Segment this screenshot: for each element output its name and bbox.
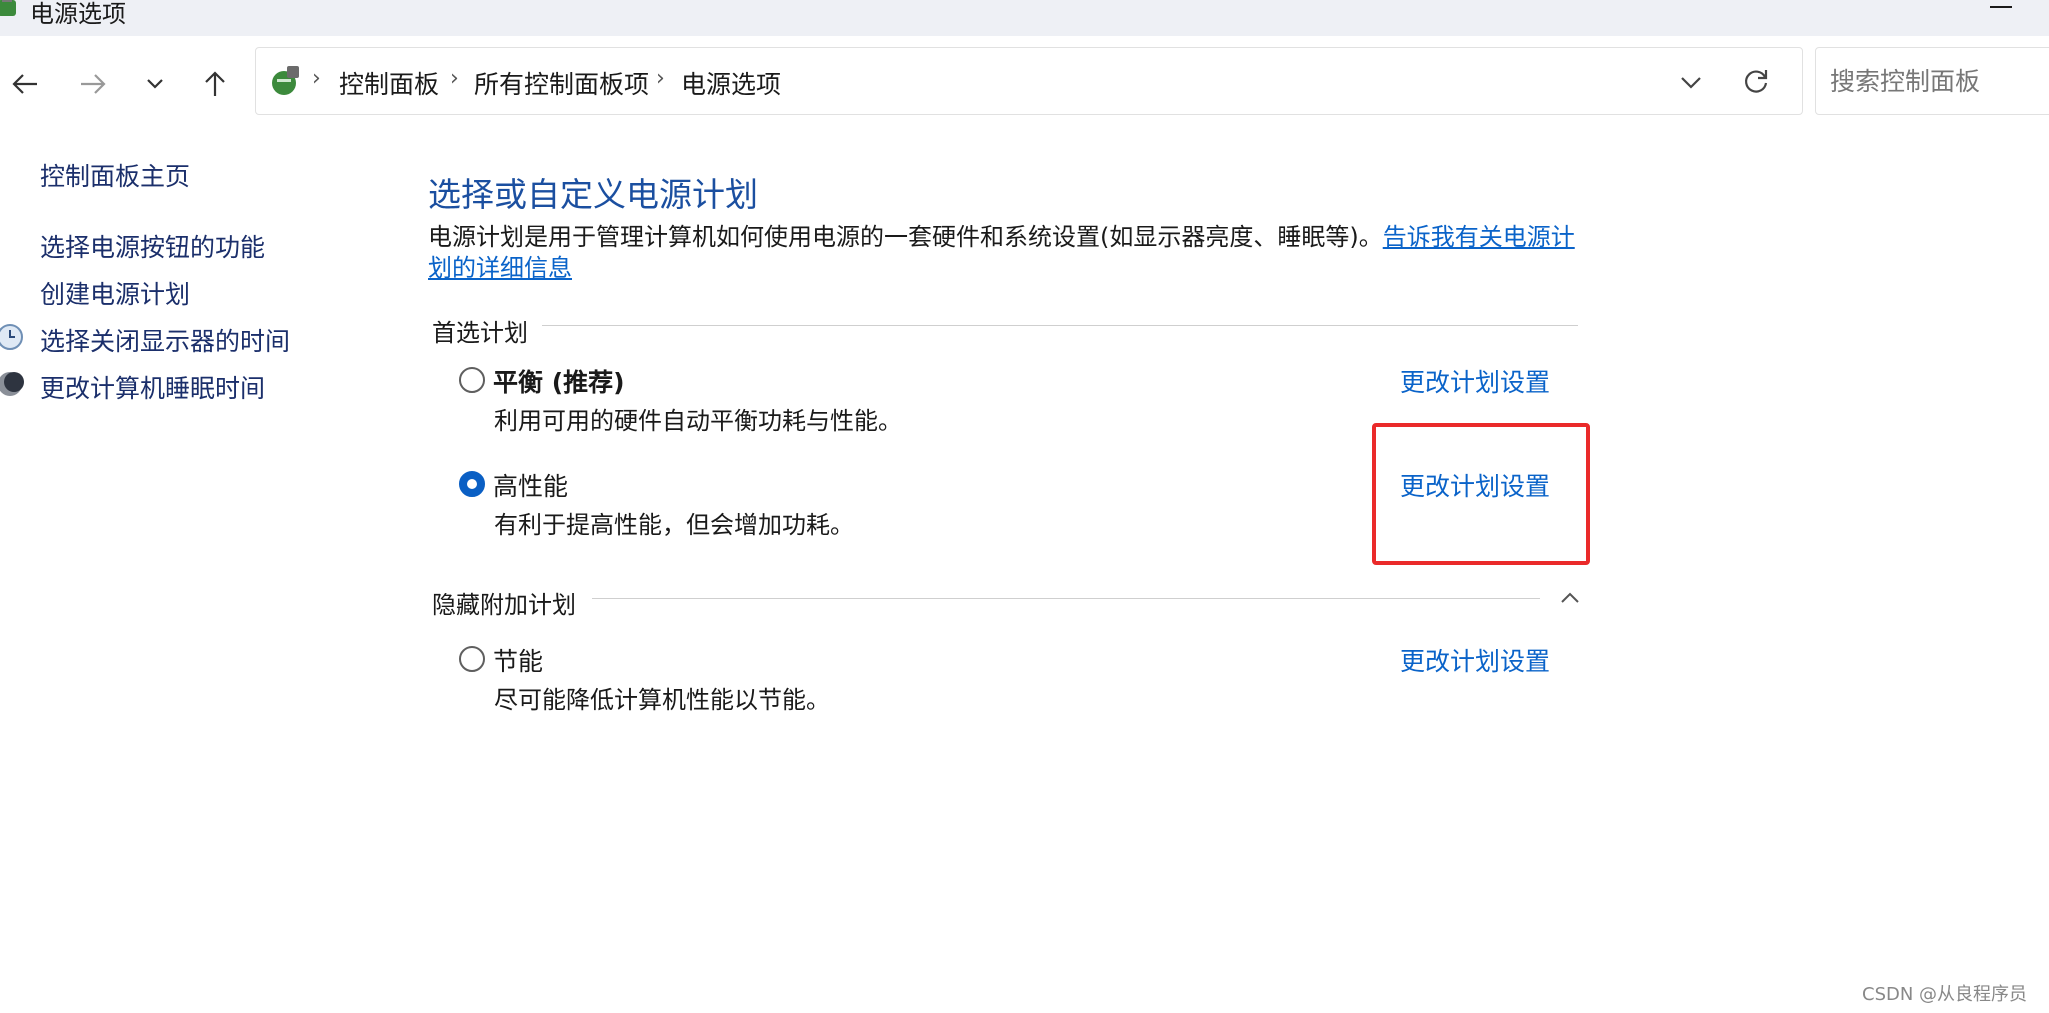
- description-text: 电源计划是用于管理计算机如何使用电源的一套硬件和系统设置(如显示器亮度、睡眠等)…: [428, 223, 1383, 251]
- plan-power-saver-change-settings-link[interactable]: 更改计划设置: [1400, 642, 1550, 678]
- arrow-left-icon: [12, 74, 37, 94]
- plan-high-performance-description: 有利于提高性能，但会增加功耗。: [494, 511, 854, 539]
- plan-power-saver-name[interactable]: 节能: [493, 642, 543, 678]
- section-divider: [542, 325, 1578, 326]
- search-input[interactable]: [1828, 62, 2049, 100]
- breadcrumb-power-options[interactable]: 电源选项: [681, 65, 781, 101]
- window-title: 电源选项: [30, 0, 126, 28]
- address-dropdown-icon[interactable]: [1676, 67, 1706, 97]
- plan-power-saver-description: 尽可能降低计算机性能以节能。: [494, 686, 830, 714]
- section-divider: [592, 598, 1540, 599]
- highlight-annotation-box: [1372, 423, 1590, 565]
- chevron-up-icon[interactable]: [1558, 586, 1582, 610]
- recent-locations-button[interactable]: [135, 62, 175, 106]
- plan-balanced-change-settings-link[interactable]: 更改计划设置: [1400, 363, 1550, 399]
- control-panel-icon: [272, 66, 299, 95]
- minimize-button[interactable]: [1990, 6, 2012, 8]
- hidden-plans-heading: 隐藏附加计划: [432, 591, 576, 619]
- watermark: CSDN @从良程序员: [1862, 984, 2028, 1005]
- moon-icon: [0, 372, 24, 396]
- title-bar: 电源选项: [0, 0, 2049, 36]
- address-bar[interactable]: › 控制面板 › 所有控制面板项 › 电源选项: [255, 47, 1803, 115]
- refresh-icon[interactable]: [1740, 65, 1772, 97]
- search-box[interactable]: [1815, 47, 2049, 115]
- sidebar-item-sleep-time[interactable]: 更改计算机睡眠时间: [40, 369, 265, 405]
- plan-balanced-radio[interactable]: [459, 367, 485, 393]
- breadcrumb-control-panel[interactable]: 控制面板: [339, 65, 439, 101]
- plan-power-saver-radio[interactable]: [459, 646, 485, 672]
- breadcrumb-separator: ›: [656, 66, 665, 91]
- up-button[interactable]: [195, 62, 235, 106]
- breadcrumb-separator: ›: [312, 66, 321, 91]
- plan-balanced-name[interactable]: 平衡 (推荐): [493, 363, 625, 399]
- chevron-down-icon: [147, 79, 163, 89]
- sidebar-home-link[interactable]: 控制面板主页: [40, 157, 190, 193]
- forward-button[interactable]: [73, 62, 113, 106]
- back-button[interactable]: [5, 62, 45, 106]
- power-options-icon: [0, 0, 16, 16]
- plan-high-performance-name[interactable]: 高性能: [493, 467, 568, 503]
- clock-icon: [0, 324, 23, 350]
- preferred-plans-heading: 首选计划: [432, 319, 528, 347]
- sidebar-item-power-button[interactable]: 选择电源按钮的功能: [40, 228, 265, 264]
- page-description: 电源计划是用于管理计算机如何使用电源的一套硬件和系统设置(如显示器亮度、睡眠等)…: [428, 222, 1578, 284]
- arrow-up-icon: [205, 71, 225, 96]
- plan-high-performance-radio[interactable]: [459, 471, 485, 497]
- plan-balanced-description: 利用可用的硬件自动平衡功耗与性能。: [494, 407, 902, 435]
- breadcrumb-separator: ›: [450, 66, 459, 91]
- breadcrumb-all-items[interactable]: 所有控制面板项: [474, 65, 649, 101]
- page-title: 选择或自定义电源计划: [428, 175, 758, 214]
- sidebar-item-create-plan[interactable]: 创建电源计划: [40, 275, 190, 311]
- arrow-right-icon: [81, 74, 106, 94]
- sidebar-item-display-off[interactable]: 选择关闭显示器的时间: [40, 322, 290, 358]
